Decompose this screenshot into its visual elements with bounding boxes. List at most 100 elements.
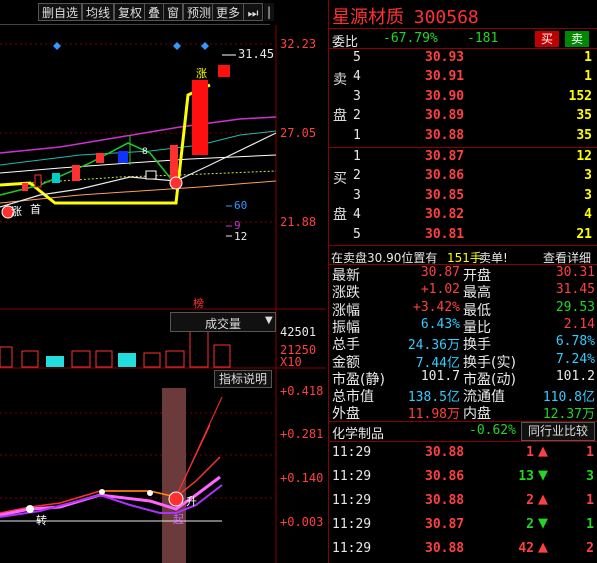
kline-chart-svg[interactable] xyxy=(0,25,326,563)
tick-volume: 13 xyxy=(518,469,534,484)
buy-order-row[interactable]: 1 30.87 12 xyxy=(329,148,597,167)
buy-volume: 3 xyxy=(584,168,592,184)
tick-time: 11:29 xyxy=(332,469,372,484)
volume-label-scale: X10 xyxy=(280,355,302,369)
buy-order-row[interactable]: 3 30.85 3 xyxy=(329,187,597,206)
more-button[interactable]: 更多 xyxy=(212,3,245,21)
chevron-down-icon: ▼ xyxy=(265,315,273,326)
moving-average-button[interactable]: 均线 xyxy=(82,3,115,21)
sector-name[interactable]: 化学制品 xyxy=(332,423,384,442)
sell-order-row[interactable]: 1 30.88 35 xyxy=(329,127,597,146)
quote-left-value: 138.5亿 xyxy=(407,390,460,406)
ind-tag-sheng: 升 xyxy=(186,495,197,508)
tag-eight: 8 xyxy=(142,147,148,157)
indicator-label-1: +0.281 xyxy=(280,427,324,441)
chart-toolbar: 删自选 均线 复权 叠 窗 预测 更多 ⏭ | xyxy=(0,0,274,25)
quote-row: 最新 30.87 开盘 30.31 xyxy=(329,265,597,284)
quote-row: 市盈(静) 101.7 市盈(动) 101.2 xyxy=(329,368,597,388)
forecast-button[interactable]: 预测 xyxy=(183,3,216,21)
step-forward-icon[interactable]: ⏭ xyxy=(243,3,263,21)
buy-volume: 3 xyxy=(584,187,592,203)
sell-price: 30.93 xyxy=(425,50,465,65)
close-icon[interactable]: | xyxy=(264,3,274,21)
sell-button[interactable]: 卖 xyxy=(565,31,589,47)
indicator-description-button[interactable]: 指标说明 xyxy=(214,370,272,388)
sell-order-row[interactable]: 2 30.89 35 xyxy=(329,107,597,126)
sell-order-row[interactable]: 3 30.90 152 xyxy=(329,88,597,107)
volume-indicator-label: 成交量 xyxy=(205,317,242,331)
buy-level: 5 xyxy=(353,226,361,242)
tick-volume: 42 xyxy=(518,541,534,556)
sell-price: 30.91 xyxy=(425,69,465,85)
sell-level: 2 xyxy=(353,108,361,124)
industry-compare-button[interactable]: 同行业比较 xyxy=(521,422,595,441)
arrow-down-icon: ▼ xyxy=(538,468,548,483)
stock-name: 星源材质 xyxy=(332,7,404,28)
quote-panel: 星源材质 300568 委比 -67.79% -181 买 卖 卖 盘 5 30.… xyxy=(328,0,597,563)
tick-count: 1 xyxy=(586,493,594,508)
buy-button[interactable]: 买 xyxy=(535,31,559,47)
buy-order-row[interactable]: 4 30.82 4 xyxy=(329,206,597,225)
tick-price: 30.88 xyxy=(425,493,465,508)
overlay-button[interactable]: 叠 xyxy=(144,3,165,21)
volume-indicator-select[interactable]: 成交量 ▼ xyxy=(170,312,276,332)
quote-right-value: 7.24% xyxy=(555,351,595,367)
weibi-diff: -181 xyxy=(467,31,499,46)
price-label-mid: 27.05 xyxy=(280,126,317,140)
stock-code: 300568 xyxy=(413,7,479,28)
tick-time: 11:29 xyxy=(332,445,372,460)
quote-row: 涨跌 +1.02 最高 31.45 xyxy=(329,282,597,301)
buy-price: 30.82 xyxy=(425,207,465,223)
weibi-pct: -67.79% xyxy=(383,31,438,46)
sell-level: 4 xyxy=(353,69,361,85)
quote-grid: 最新 30.87 开盘 30.31 涨跌 +1.02 最高 31.45 涨幅 +3.42% 最低 29… xyxy=(329,265,597,423)
quote-left-value: 11.98万 xyxy=(407,407,460,423)
buy-volume: 4 xyxy=(584,207,592,223)
tag-zhang-top: 涨 xyxy=(196,67,207,80)
buy-order-row[interactable]: 2 30.86 3 xyxy=(329,167,597,186)
quote-right-value: 31.45 xyxy=(555,282,595,298)
ma-label-60: 60 xyxy=(234,199,248,212)
sell-volume: 35 xyxy=(576,127,592,143)
tick-price: 30.88 xyxy=(425,541,465,556)
tick-volume: 1 xyxy=(526,445,534,460)
quote-row: 外盘 11.98万 内盘 12.37万 xyxy=(329,403,597,423)
tick-count: 1 xyxy=(586,445,594,460)
quote-right-value: 12.37万 xyxy=(542,407,595,423)
adjust-rights-button[interactable]: 复权 xyxy=(114,3,147,21)
arrow-up-icon: ▲ xyxy=(538,492,548,507)
sell-price: 30.89 xyxy=(425,108,465,124)
sell-volume: 152 xyxy=(568,88,592,104)
weibi-row: 委比 -67.79% -181 买 卖 xyxy=(329,29,597,50)
arrow-down-icon: ▼ xyxy=(538,516,548,531)
kline-chart-area[interactable]: 32.23 27.05 21.88 31.45 涨 涨 首 8 60 9 12 … xyxy=(0,25,326,563)
buy-level: 3 xyxy=(353,187,361,203)
sell-level: 3 xyxy=(353,88,361,104)
remove-watchlist-button[interactable]: 删自选 xyxy=(38,3,83,21)
tick-row: 11:29 30.88 1 ▲ 1 xyxy=(329,442,597,464)
tag-zhang: 涨 xyxy=(11,205,22,218)
sell-order-row[interactable]: 5 30.93 1 xyxy=(329,49,597,68)
tick-price: 30.86 xyxy=(425,469,465,484)
sell-volume: 1 xyxy=(584,69,592,85)
tick-time: 11:29 xyxy=(332,517,372,532)
tag-shou: 首 xyxy=(30,203,41,216)
quote-right-value: 29.53 xyxy=(555,299,595,315)
quote-left-value: 101.7 xyxy=(420,368,460,384)
sell-order-row[interactable]: 4 30.91 1 xyxy=(329,68,597,87)
arrow-up-icon: ▲ xyxy=(538,444,548,459)
buy-price: 30.81 xyxy=(425,226,465,242)
price-label-low: 21.88 xyxy=(280,215,317,229)
tick-count: 2 xyxy=(586,541,594,556)
sell-price: 30.88 xyxy=(425,127,465,143)
high-marker-label: 31.45 xyxy=(238,47,275,61)
buy-order-row[interactable]: 5 30.81 21 xyxy=(329,226,597,245)
quote-right-value: 30.31 xyxy=(555,265,595,280)
price-label-high: 32.23 xyxy=(280,37,317,51)
ind-tag-qi: 起 xyxy=(173,513,184,526)
buy-price: 30.87 xyxy=(425,149,465,164)
window-button[interactable]: 窗 xyxy=(163,3,184,21)
tick-list: 11:29 30.88 1 ▲ 1 11:29 30.86 13 ▼ 3 11:29 30.88 2 ▲ 1… xyxy=(329,442,597,563)
buy-price: 30.86 xyxy=(425,168,465,184)
sell-level: 1 xyxy=(353,127,361,143)
